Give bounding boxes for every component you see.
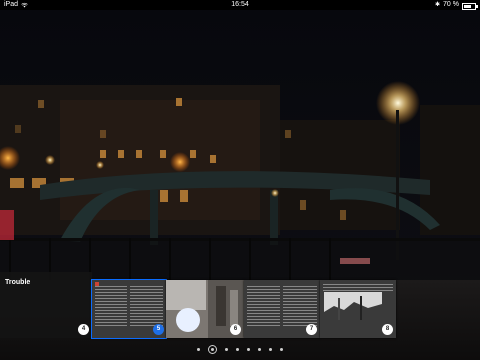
page-badge: 5 <box>153 324 164 335</box>
page-dot[interactable] <box>225 347 228 351</box>
battery-percent: 70 % <box>443 1 459 8</box>
page-marker-icon <box>95 282 99 286</box>
page-dot[interactable] <box>197 347 200 351</box>
page-dot[interactable] <box>236 347 239 351</box>
page-badge: 8 <box>382 324 393 335</box>
page-dot[interactable] <box>247 347 250 351</box>
page-badge: 4 <box>78 324 89 335</box>
screen: iPad 16:54 ✱ 70 % Trouble 4 5 6 7 8 <box>0 0 480 360</box>
battery-icon <box>462 2 478 10</box>
page-dot[interactable] <box>269 347 272 351</box>
thumbnail-7[interactable]: 7 <box>244 280 320 338</box>
clock: 16:54 <box>231 1 249 8</box>
thumbnail-6[interactable]: 6 <box>166 280 244 338</box>
status-bar: iPad 16:54 ✱ 70 % <box>0 0 480 10</box>
page-badge: 6 <box>230 324 241 335</box>
bluetooth-icon: ✱ <box>435 2 441 8</box>
page-dot[interactable] <box>280 347 283 351</box>
page-dot[interactable] <box>208 344 217 354</box>
thumbnail-photo <box>324 292 382 324</box>
battery-fill <box>464 4 471 8</box>
status-right: ✱ 70 % <box>435 0 478 10</box>
page-dot[interactable] <box>258 347 261 351</box>
thumbnail-4[interactable]: 4 <box>0 280 92 338</box>
thumbnail-8[interactable]: 8 <box>320 280 396 338</box>
page-badge: 7 <box>306 324 317 335</box>
page-indicator[interactable] <box>0 344 480 354</box>
page-thumbnails: 4 5 6 7 8 <box>0 279 480 339</box>
thumbnail-5[interactable]: 5 <box>91 279 167 339</box>
